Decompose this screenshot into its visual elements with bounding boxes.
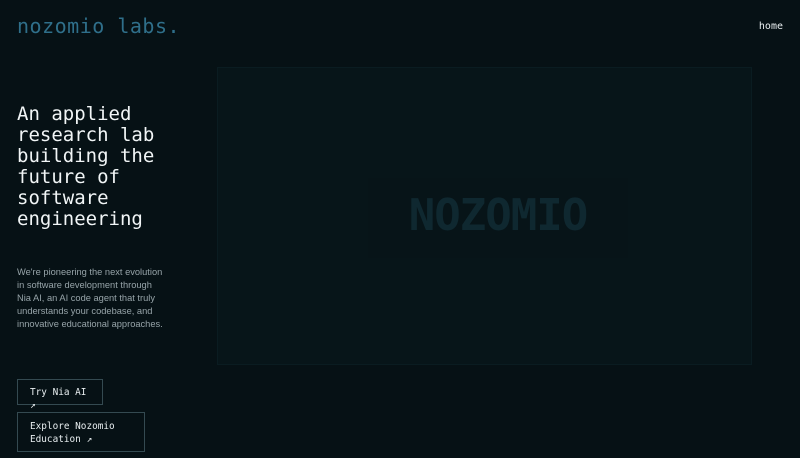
- explore-education-label-line2: Education ↗: [30, 434, 93, 445]
- explore-education-button[interactable]: Explore Nozomio Education ↗: [17, 412, 145, 452]
- hero-description: We're pioneering the next evolution in s…: [17, 267, 163, 329]
- hero-background-wordmark: NOZOMIO: [408, 190, 588, 241]
- hero-headline: An applied research lab building the fut…: [17, 103, 155, 230]
- site-logo[interactable]: nozomio labs.: [17, 14, 180, 38]
- explore-education-label-line1: Explore Nozomio: [30, 421, 115, 432]
- try-nia-button[interactable]: Try Nia AI ↗: [17, 379, 103, 411]
- try-nia-label: Try Nia AI ↗: [30, 387, 87, 411]
- nav-home-link[interactable]: home: [759, 21, 783, 32]
- hero-background-visual: NOZOMIO: [217, 67, 752, 365]
